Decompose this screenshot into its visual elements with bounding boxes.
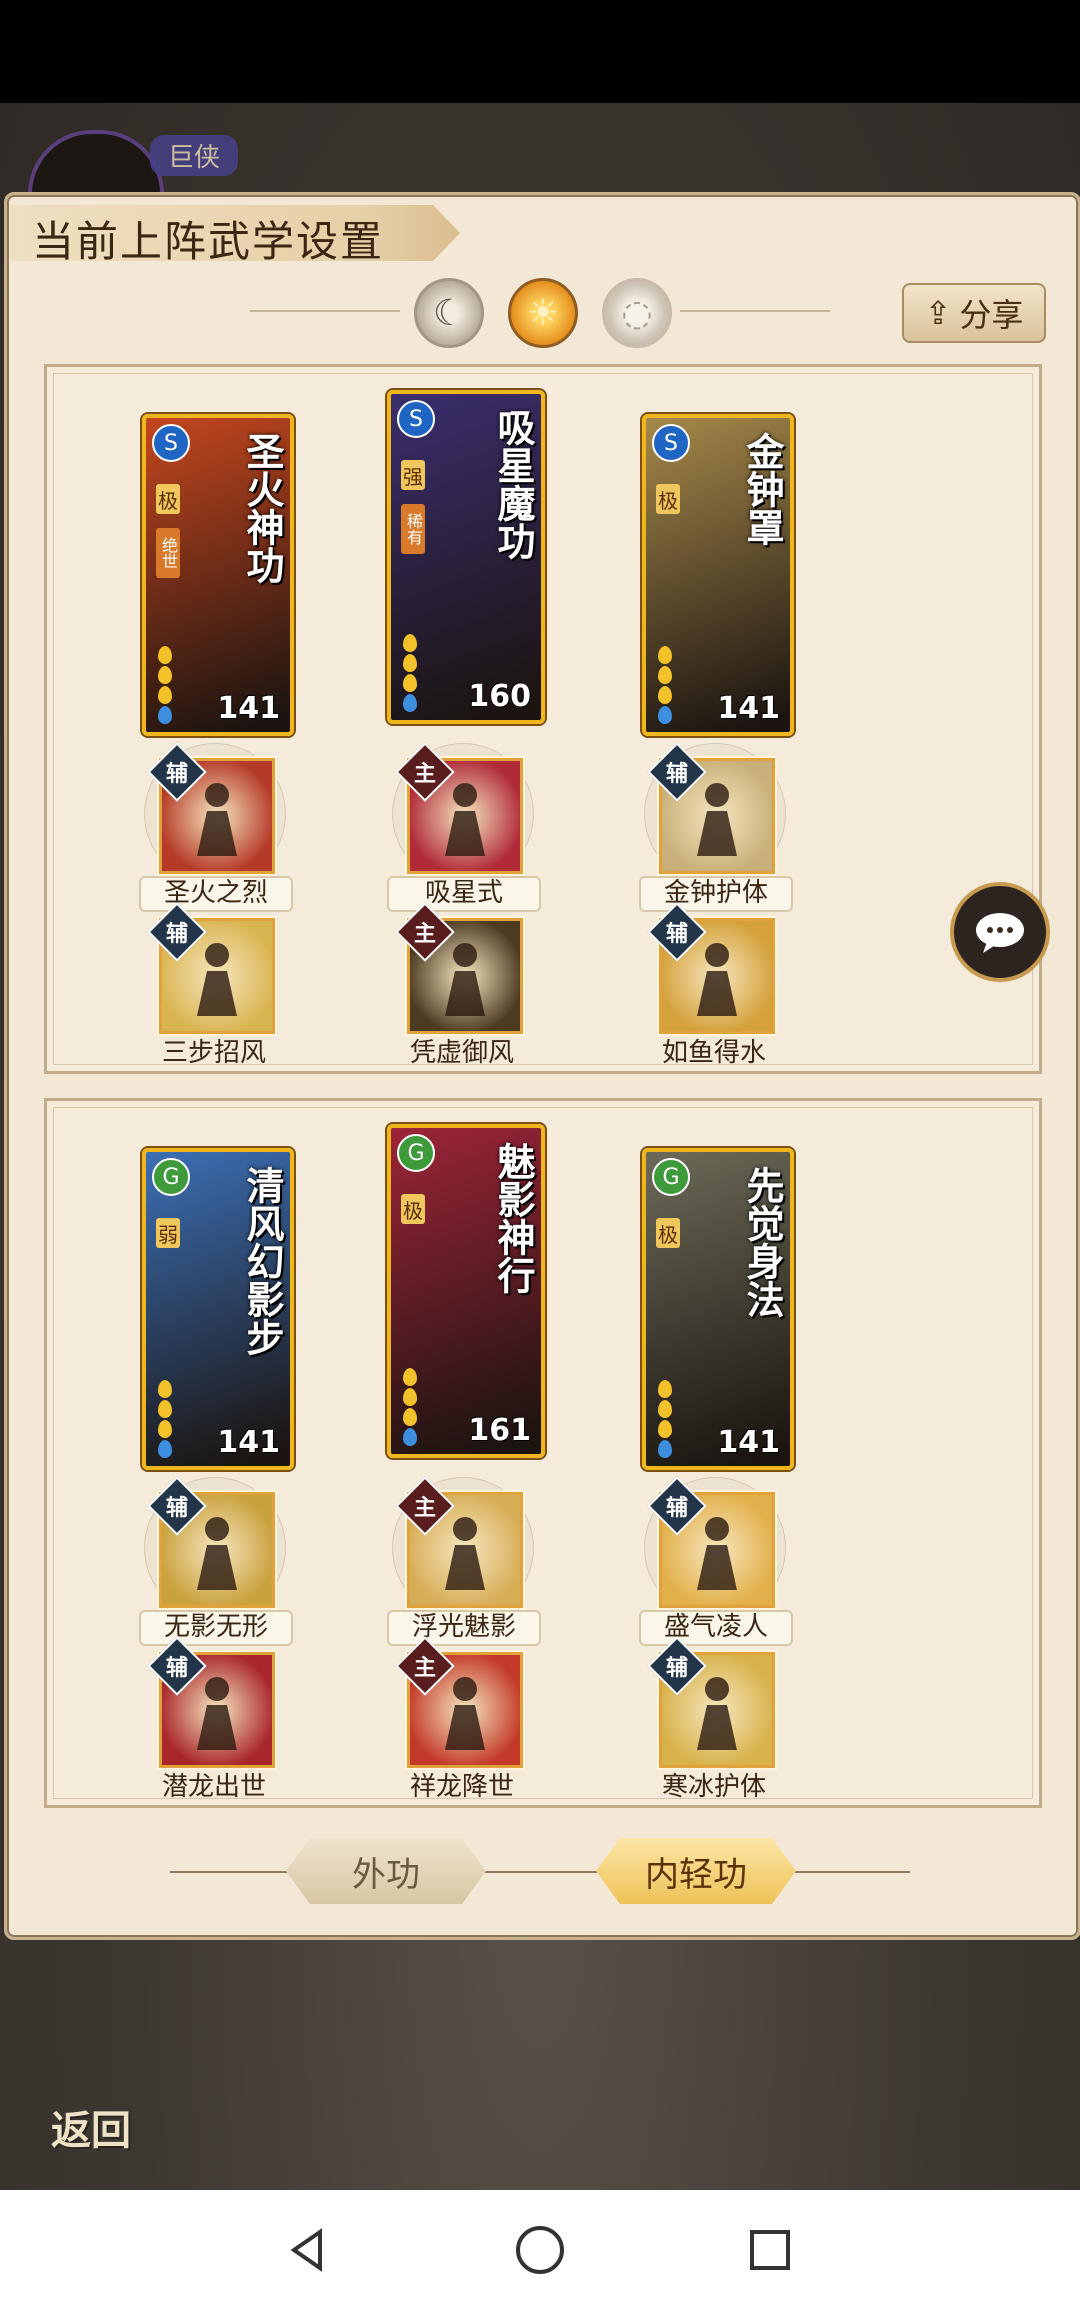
card-name: 金钟罩	[740, 432, 785, 546]
martial-figure-icon	[197, 1677, 237, 1750]
card-level: 141	[717, 691, 780, 726]
martial-figure-icon	[697, 783, 737, 856]
skill-card[interactable]: G 极 魅影神行 161	[387, 1124, 545, 1458]
energy-drops	[403, 634, 417, 712]
martial-figure-icon	[197, 783, 237, 856]
sun-orb-icon[interactable]: ☀	[508, 278, 578, 348]
skill-card[interactable]: S 极 金钟罩 141	[642, 414, 794, 736]
skill-icon[interactable]: 辅	[647, 1476, 775, 1608]
skill-icon[interactable]: 主	[395, 742, 523, 874]
nav-recent-icon[interactable]	[738, 2218, 802, 2282]
skill-card[interactable]: S 强 稀有 吸星魔功 160	[387, 390, 545, 724]
grade-tag: 极	[401, 1194, 425, 1224]
tab-outer-skills[interactable]: 外功	[286, 1838, 486, 1904]
element-icon: G	[652, 1158, 690, 1196]
card-name: 魅影神行	[491, 1142, 536, 1294]
chat-bubble-icon[interactable]	[950, 882, 1050, 982]
martial-figure-icon	[197, 1517, 237, 1590]
energy-drops	[158, 646, 172, 724]
skill-icon[interactable]: 主	[395, 1476, 523, 1608]
share-button[interactable]: ⇪ 分享	[902, 283, 1046, 343]
divider-left	[250, 310, 400, 312]
skill-icon[interactable]: 辅	[147, 1636, 275, 1768]
card-name: 吸星魔功	[491, 408, 536, 560]
card-level: 160	[468, 679, 531, 714]
skill-label: 吸星式	[387, 876, 541, 912]
card-level: 141	[217, 691, 280, 726]
share-label: 分享	[959, 296, 1024, 334]
share-icon: ⇪	[924, 294, 952, 332]
card-level: 161	[468, 1413, 531, 1448]
grade-tag: 极	[656, 1218, 680, 1248]
skill-label: 盛气凌人	[639, 1610, 793, 1646]
skill-icon[interactable]: 辅	[147, 1476, 275, 1608]
element-icon: S	[397, 400, 435, 438]
skill-label: 凭虚御风	[409, 1038, 514, 1068]
ring-orb-icon[interactable]: ◌	[602, 278, 672, 348]
martial-figure-icon	[697, 943, 737, 1016]
grade-tag: 强	[401, 460, 425, 490]
card-name: 清风幻影步	[240, 1166, 285, 1356]
tab-inner-skills[interactable]: 内轻功	[596, 1838, 796, 1904]
card-name: 先觉身法	[740, 1166, 785, 1318]
skill-label: 祥龙降世	[409, 1772, 514, 1802]
energy-drops	[658, 646, 672, 724]
martial-figure-icon	[697, 1677, 737, 1750]
nav-home-icon[interactable]	[508, 2218, 572, 2282]
skill-label: 浮光魅影	[387, 1610, 541, 1646]
skill-label: 如鱼得水	[661, 1038, 766, 1068]
energy-drops	[658, 1380, 672, 1458]
martial-figure-icon	[445, 1677, 485, 1750]
card-name: 圣火神功	[240, 432, 285, 584]
grade-tag: 极	[156, 484, 180, 514]
skill-icon[interactable]: 主	[395, 1636, 523, 1768]
skill-label: 三步招风	[161, 1038, 266, 1068]
skill-card[interactable]: G 弱 清风幻影步 141	[142, 1148, 294, 1470]
skill-label: 圣火之烈	[139, 876, 293, 912]
skill-label: 金钟护体	[639, 876, 793, 912]
skill-label: 潜龙出世	[161, 1772, 266, 1802]
element-icon: G	[397, 1134, 435, 1172]
rarity-tag: 稀有	[401, 504, 425, 554]
tab-divider-line	[170, 1871, 910, 1873]
skill-icon[interactable]: 辅	[147, 742, 275, 874]
element-icon: G	[152, 1158, 190, 1196]
moon-orb-icon[interactable]: ☾	[414, 278, 484, 348]
skill-icon[interactable]: 辅	[147, 902, 275, 1034]
status-bar	[0, 0, 1080, 103]
card-level: 141	[717, 1425, 780, 1460]
martial-figure-icon	[445, 943, 485, 1016]
skill-icon[interactable]: 辅	[647, 742, 775, 874]
grade-tag: 极	[656, 484, 680, 514]
divider-right	[680, 310, 830, 312]
page-title: 当前上阵武学设置	[32, 217, 385, 266]
martial-figure-icon	[445, 1517, 485, 1590]
rarity-tag: 绝世	[156, 528, 180, 578]
element-icon: S	[652, 424, 690, 462]
energy-drops	[403, 1368, 417, 1446]
martial-figure-icon	[197, 943, 237, 1016]
back-button[interactable]: 返回	[36, 2056, 146, 2156]
martial-figure-icon	[445, 783, 485, 856]
skill-icon[interactable]: 辅	[647, 902, 775, 1034]
skill-card[interactable]: S 极 绝世 圣火神功 141	[142, 414, 294, 736]
rank-badge: 巨侠	[150, 135, 239, 176]
skill-card[interactable]: G 极 先觉身法 141	[642, 1148, 794, 1470]
element-icon: S	[152, 424, 190, 462]
skill-icon[interactable]: 主	[395, 902, 523, 1034]
martial-figure-icon	[697, 1517, 737, 1590]
skill-label: 寒冰护体	[661, 1772, 766, 1802]
back-label: 返回	[51, 2107, 131, 2154]
grade-tag: 弱	[156, 1218, 180, 1248]
card-level: 141	[217, 1425, 280, 1460]
nav-back-icon[interactable]	[276, 2218, 340, 2282]
energy-drops	[158, 1380, 172, 1458]
skill-label: 无影无形	[139, 1610, 293, 1646]
skill-icon[interactable]: 辅	[647, 1636, 775, 1768]
